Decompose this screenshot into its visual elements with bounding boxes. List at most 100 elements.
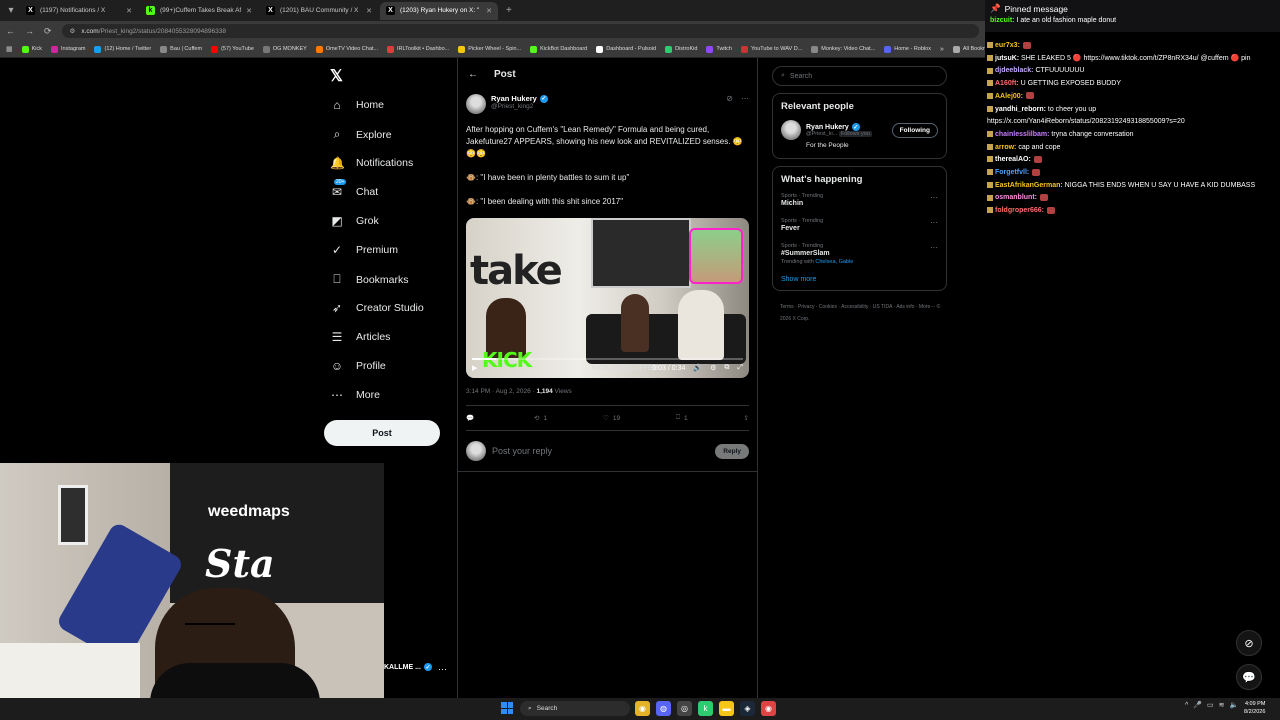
bookmark-action[interactable]: ⎕ 1 <box>676 414 688 422</box>
reply-button[interactable]: Reply <box>715 443 749 459</box>
chat-username[interactable]: foldgroper666: <box>995 207 1044 214</box>
more-options-icon[interactable]: ⋯ <box>930 193 938 202</box>
tab-search-icon[interactable]: ▾ <box>4 4 18 18</box>
bookmark-item[interactable]: Dashboard - Pulsoid <box>596 45 656 53</box>
volume-icon[interactable]: 🔊 <box>693 364 702 372</box>
search-input[interactable]: ⌕ Search <box>772 66 947 86</box>
obs-icon[interactable]: ◎ <box>677 701 692 716</box>
site-info-icon[interactable]: ⚙ <box>70 27 76 35</box>
nav-item-creator-studio[interactable]: ➶ Creator Studio <box>330 301 424 315</box>
close-icon[interactable]: ✕ <box>366 7 372 15</box>
back-arrow-icon[interactable]: ← <box>468 69 478 80</box>
share-action[interactable]: ⇪ <box>744 414 749 422</box>
speaker-icon[interactable]: 🔈 <box>1230 701 1239 709</box>
show-more-link[interactable]: Show more <box>781 276 938 283</box>
url-field[interactable]: ⚙ x.com/Priest_king2/status/208405532809… <box>61 24 979 38</box>
nav-item-bookmarks[interactable]: ⎕ Bookmarks <box>330 272 408 287</box>
reload-icon[interactable]: ⟳ <box>44 26 52 37</box>
bookmark-item[interactable]: DistroKid <box>665 45 697 53</box>
bookmark-item[interactable]: (12) Home / Twitter <box>94 45 151 53</box>
chat-username[interactable]: A160ft: <box>995 80 1019 87</box>
chat-username[interactable]: yandhi_reborn: <box>995 106 1046 113</box>
back-icon[interactable]: ← <box>6 26 15 36</box>
mic-icon[interactable]: 🎤 <box>1193 701 1202 709</box>
play-icon[interactable]: ▶ <box>472 364 477 372</box>
bookmark-item[interactable]: YouTube to WAV D... <box>741 45 802 53</box>
nav-item-articles[interactable]: ☰ Articles <box>330 330 391 344</box>
bookmark-item[interactable]: Kick <box>21 45 42 53</box>
bookmark-item[interactable]: Twitch <box>706 45 732 53</box>
relevant-person[interactable]: Ryan Hukery ✓ @Priest_ki... Follows you F… <box>781 120 938 140</box>
chat-username[interactable]: chainlesslilbam: <box>995 131 1049 138</box>
new-tab-icon[interactable]: + <box>500 5 518 16</box>
chat-username[interactable]: eur7x3: <box>995 42 1020 49</box>
bookmark-item[interactable]: Instagram <box>51 45 85 53</box>
apps-icon[interactable]: ▦ <box>6 45 13 53</box>
nav-item-explore[interactable]: ⌕ Explore <box>330 127 392 142</box>
reply-action[interactable]: 💬 <box>466 414 478 422</box>
author-name[interactable]: Ryan Hukery ✓ <box>491 94 548 103</box>
chat-username[interactable]: jutsuK: <box>995 55 1019 62</box>
pinned-user[interactable]: bizcuit: <box>990 17 1015 24</box>
chat-username[interactable]: AAlej00: <box>995 93 1023 100</box>
trend-with-names[interactable]: Chelsea, Gable <box>815 259 853 265</box>
chat-username[interactable]: therealAO: <box>995 156 1031 163</box>
taskbar-search[interactable]: ⌕ Search <box>520 701 630 716</box>
tab-ryan-hukery[interactable]: X (1203) Ryan Hukery on X: " ✕ <box>380 1 498 20</box>
chat-bubble-icon[interactable]: 💬 <box>1236 664 1262 690</box>
post-button[interactable]: Post <box>324 420 440 446</box>
bookmark-item[interactable]: (57) YouTube <box>211 45 254 53</box>
chat-username[interactable]: arrow: <box>995 144 1016 151</box>
account-more-icon[interactable]: ⋯ <box>438 664 447 675</box>
kick-app-icon[interactable]: k <box>698 701 713 716</box>
like-action[interactable]: ♡ 19 <box>603 414 620 423</box>
nav-item-notifications[interactable]: 🔔 Notifications <box>330 156 413 170</box>
folder-icon[interactable]: ▬ <box>719 701 734 716</box>
avatar[interactable] <box>466 94 486 114</box>
more-options-icon[interactable]: ⋯ <box>930 218 938 227</box>
chrome-alt-icon[interactable]: ◉ <box>761 701 776 716</box>
reply-input[interactable]: Post your reply <box>492 446 709 456</box>
nav-item-profile[interactable]: ☺ Profile <box>330 359 386 373</box>
tab-notifications[interactable]: X (1197) Notifications / X ✕ <box>20 2 138 20</box>
bookmark-item[interactable]: Picker Wheel - Spin... <box>458 45 521 53</box>
bookmark-item[interactable]: Monkey: Video Chat... <box>811 45 875 53</box>
nav-item-grok[interactable]: ◩ Grok <box>330 214 378 228</box>
bookmark-item[interactable]: OmeTV Video Chat... <box>315 45 378 53</box>
chevron-up-icon[interactable]: ^ <box>1185 702 1188 709</box>
my-avatar[interactable] <box>466 441 486 461</box>
windows-start-icon[interactable] <box>501 702 513 714</box>
bookmark-item[interactable]: OG MONKEY <box>262 45 307 53</box>
bookmark-item[interactable]: Home - Roblox <box>884 45 931 53</box>
grok-explain-icon[interactable]: ⊘ <box>726 94 733 103</box>
nav-item-premium[interactable]: ✓ Premium <box>330 243 398 257</box>
bookmark-item[interactable]: KickBot Dashboard <box>530 45 587 53</box>
avatar[interactable] <box>781 120 801 140</box>
display-icon[interactable]: ▭ <box>1207 701 1214 709</box>
fullscreen-icon[interactable]: ⤢ <box>737 364 743 372</box>
bookmark-item[interactable]: IRLToolkit • Dashbo... <box>387 45 449 53</box>
chat-grok-icon[interactable]: ⊘ <box>1236 630 1262 656</box>
settings-icon[interactable]: ⚙ <box>710 364 716 372</box>
chat-username[interactable]: Forgetfvll: <box>995 169 1029 176</box>
bookmark-item[interactable]: Bau | Cuffem <box>160 45 202 53</box>
more-options-icon[interactable]: ⋯ <box>930 243 938 252</box>
trend-item[interactable]: Sports · Trending #SummerSlam Trending w… <box>781 243 938 265</box>
trend-item[interactable]: Sports · Trending Fever ⋯ <box>781 218 938 232</box>
account-switcher-name[interactable]: KALLME ... ✓ <box>384 663 432 671</box>
video-player[interactable]: take KICK KICK.COM/CUFFEM ▶ 0:03 / 0:34 … <box>466 218 749 378</box>
close-icon[interactable]: ✕ <box>126 7 132 15</box>
discord-icon[interactable]: ◍ <box>656 701 671 716</box>
chat-username[interactable]: osmanblunt: <box>995 194 1037 201</box>
chat-username[interactable]: EastAfrikanGerman: <box>995 182 1063 189</box>
following-button[interactable]: Following <box>891 122 938 138</box>
tab-cuffem[interactable]: k (99+)Cuffem Takes Break After ✕ <box>140 2 258 20</box>
chevron-right-icon[interactable]: » <box>940 46 944 53</box>
author-handle[interactable]: @Priest_king2 <box>491 103 548 110</box>
close-icon[interactable]: ✕ <box>486 7 492 15</box>
close-icon[interactable]: ✕ <box>246 7 252 15</box>
tab-bau-community[interactable]: X (1201) BAU Community / X ✕ <box>260 2 378 20</box>
chrome-icon[interactable]: ◉ <box>635 701 650 716</box>
wifi-icon[interactable]: ≋ <box>1219 701 1225 709</box>
chat-username[interactable]: djdeeblack: <box>995 67 1034 74</box>
